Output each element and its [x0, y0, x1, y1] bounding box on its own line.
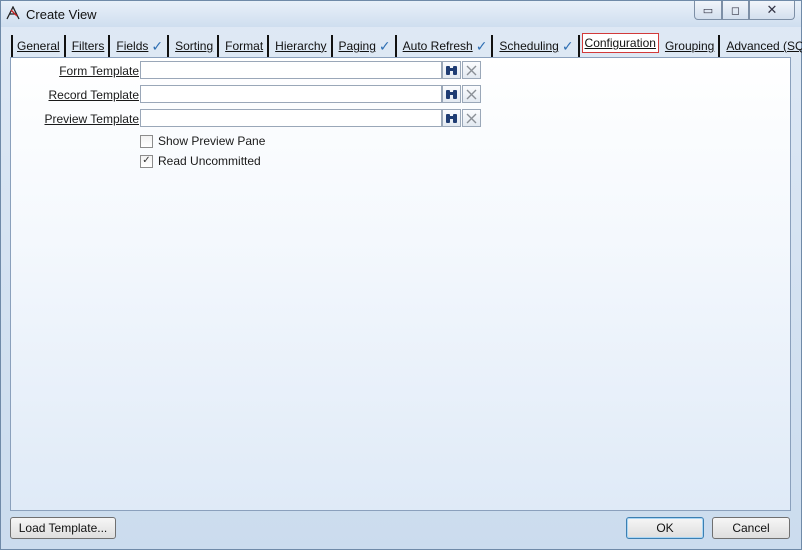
tab-filters[interactable]: Filters — [68, 35, 111, 57]
ok-button[interactable]: OK — [626, 517, 704, 539]
tab-label: Format — [225, 39, 264, 53]
show-preview-pane-box[interactable] — [140, 134, 153, 148]
load-template-button[interactable]: Load Template... — [10, 517, 116, 539]
tab-label: Filters — [71, 39, 105, 53]
preview-template-input[interactable] — [140, 109, 442, 127]
binoculars-icon — [446, 114, 457, 123]
form-template-row: Form Template — [11, 61, 491, 81]
checkmark-icon: ✓ — [151, 37, 164, 54]
tab-format[interactable]: Format — [221, 35, 270, 57]
tab-configuration[interactable]: Configuration — [581, 33, 659, 53]
read-uncommitted-box[interactable]: ✓ — [140, 154, 153, 168]
tab-label: Advanced (SQL) — [726, 39, 802, 53]
configuration-panel: Form Template Record Template Preview Te… — [10, 57, 791, 511]
tab-advanced-sql[interactable]: Advanced (SQL) — [722, 35, 802, 57]
binoculars-icon — [446, 66, 457, 75]
form-template-label: Form Template — [59, 64, 139, 78]
tab-label: Grouping — [664, 39, 715, 53]
binoculars-icon — [446, 90, 457, 99]
close-icon — [466, 89, 477, 99]
preview-template-clear-button[interactable] — [462, 109, 481, 127]
cancel-label: Cancel — [732, 521, 770, 535]
cancel-button[interactable]: Cancel — [712, 517, 790, 539]
preview-template-label: Preview Template — [44, 112, 140, 126]
app-logo-icon — [6, 6, 20, 20]
checkmark-icon: ✓ — [475, 37, 488, 54]
tab-scheduling[interactable]: Scheduling ✓ — [495, 35, 580, 57]
close-button[interactable]: ✕ — [749, 1, 795, 20]
record-template-find-button[interactable] — [442, 85, 461, 103]
tab-label: Paging — [338, 39, 376, 53]
load-template-label: Load Template... — [18, 521, 108, 535]
tab-label: General — [17, 39, 60, 53]
close-icon — [466, 65, 477, 75]
maximize-button[interactable]: ◻ — [722, 1, 749, 20]
preview-template-find-button[interactable] — [442, 109, 461, 127]
form-template-find-button[interactable] — [442, 61, 461, 79]
window-title: Create View — [26, 7, 97, 22]
tab-grouping[interactable]: Grouping — [661, 35, 721, 57]
ok-label: OK — [656, 521, 674, 535]
window-controls: ▭ ◻ ✕ — [694, 1, 795, 21]
tab-sorting[interactable]: Sorting — [171, 35, 220, 57]
minimize-button[interactable]: ▭ — [694, 1, 722, 20]
create-view-window: Create View ▭ ◻ ✕ General Filters Fields… — [0, 0, 802, 550]
record-template-label: Record Template — [48, 88, 140, 102]
form-template-input[interactable] — [140, 61, 442, 79]
show-preview-pane-checkbox[interactable]: Show Preview Pane — [140, 133, 265, 149]
tab-label: Fields — [116, 39, 149, 53]
maximize-icon: ◻ — [730, 4, 741, 17]
tab-hierarchy[interactable]: Hierarchy — [271, 35, 333, 57]
tab-label: Hierarchy — [275, 39, 327, 53]
checkmark-icon: ✓ — [561, 37, 574, 54]
minimize-icon: ▭ — [702, 4, 714, 17]
tab-label: Auto Refresh — [402, 39, 473, 53]
record-template-clear-button[interactable] — [462, 85, 481, 103]
tab-general[interactable]: General — [11, 35, 66, 57]
tab-label: Configuration — [584, 36, 656, 50]
tab-auto-refresh[interactable]: Auto Refresh ✓ — [399, 35, 494, 57]
tab-label: Sorting — [175, 39, 214, 53]
tab-label: Scheduling — [499, 39, 559, 53]
tab-paging[interactable]: Paging ✓ — [335, 35, 397, 57]
close-icon — [466, 113, 477, 123]
tab-strip: General Filters Fields ✓ Sorting Format H… — [11, 33, 802, 57]
record-template-row: Record Template — [11, 85, 491, 105]
record-template-input[interactable] — [140, 85, 442, 103]
title-bar: Create View ▭ ◻ ✕ — [1, 1, 801, 27]
checkmark-icon: ✓ — [378, 37, 391, 54]
form-template-clear-button[interactable] — [462, 61, 481, 79]
show-preview-pane-label: Show Preview Pane — [158, 134, 266, 148]
read-uncommitted-label: Read Uncommitted — [158, 154, 261, 168]
close-icon: ✕ — [766, 2, 778, 17]
preview-template-row: Preview Template — [11, 109, 491, 129]
tab-fields[interactable]: Fields ✓ — [112, 35, 170, 57]
read-uncommitted-checkbox[interactable]: ✓ Read Uncommitted — [140, 153, 261, 169]
